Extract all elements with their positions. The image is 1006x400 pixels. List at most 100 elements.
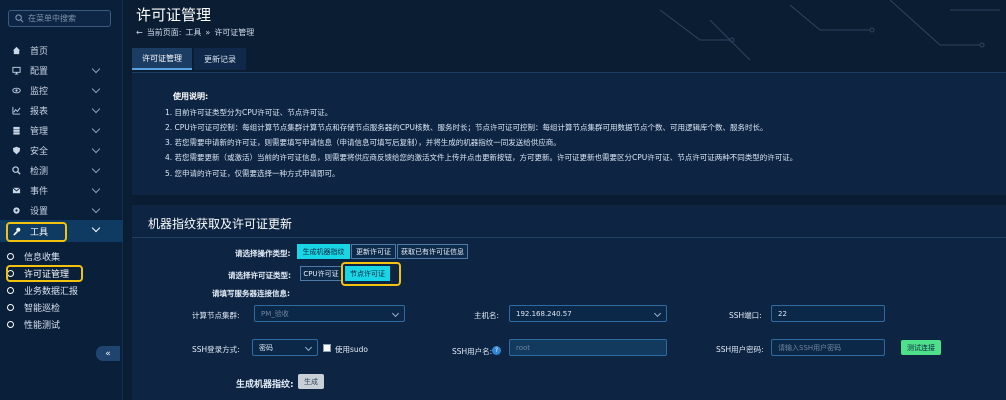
tab-license-manage[interactable]: 许可证管理	[132, 48, 192, 70]
sidebar-item-events[interactable]: 事件	[0, 180, 123, 200]
chevron-down-icon	[391, 309, 400, 318]
section-title: 机器指纹获取及许可证更新	[148, 217, 293, 231]
chevron-down-icon	[91, 104, 101, 114]
sidebar: 在菜单中搜索 首页 配置 监控 报表 管理 安全 检测 事件 设置 工具 信息收…	[0, 0, 123, 400]
breadcrumb-separator: »	[205, 28, 211, 37]
host-label: 主机名:	[474, 311, 500, 320]
chevron-down-icon	[91, 144, 101, 154]
submenu-item-business-report[interactable]: 业务数据汇报	[0, 282, 123, 299]
chevron-down-icon	[91, 124, 101, 134]
chevron-down-icon	[91, 184, 101, 194]
chevron-down-icon	[91, 64, 101, 74]
host-select[interactable]: 192.168.240.57	[509, 305, 667, 322]
instruction-line: 4. 若您需要更新（或激活）当前的许可证信息，则需要将供应商反馈给您的激活文件上…	[165, 153, 798, 162]
submenu-item-inspection[interactable]: 智能巡检	[0, 299, 123, 316]
shield-icon	[12, 146, 21, 154]
search-icon	[12, 165, 21, 175]
sidebar-item-detect[interactable]: 检测	[0, 160, 123, 180]
node-license-highlight-frame	[341, 262, 401, 286]
ssh-login-label: SSH登录方式:	[192, 345, 240, 354]
ssh-password-label: SSH用户密码:	[716, 345, 764, 354]
license-highlight-frame	[6, 265, 83, 282]
ssh-login-select[interactable]: 密码	[252, 339, 318, 356]
menu-search-placeholder: 在菜单中搜索	[28, 14, 76, 23]
breadcrumb: ← 当前页面: 工具 » 许可证管理	[136, 27, 254, 38]
chevron-down-icon	[91, 164, 101, 174]
instruction-line: 1. 目前许可证类型分为CPU许可证、节点许可证。	[165, 108, 333, 117]
sudo-checkbox[interactable]	[323, 344, 331, 352]
sidebar-item-security[interactable]: 安全	[0, 140, 123, 160]
sidebar-item-manage[interactable]: 管理	[0, 120, 123, 140]
get-license-info-button[interactable]: 获取已有许可证信息	[397, 244, 468, 259]
sidebar-item-label: 事件	[30, 186, 49, 197]
tab-update-records[interactable]: 更新记录	[194, 48, 246, 70]
operation-type-label: 请选择操作类型:	[235, 249, 291, 258]
fingerprint-license-section	[132, 205, 1006, 400]
back-arrow-icon[interactable]: ←	[136, 28, 143, 37]
section-divider	[132, 237, 1006, 238]
cpu-license-button[interactable]: CPU许可证	[300, 266, 342, 281]
sidebar-item-settings[interactable]: 设置	[0, 200, 123, 220]
chevron-down-icon	[91, 223, 101, 233]
host-select-value: 192.168.240.57	[516, 309, 572, 318]
breadcrumb-prefix: 当前页面:	[146, 28, 182, 37]
sidebar-nav: 首页 配置 监控 报表 管理 安全 检测 事件 设置 工具	[0, 40, 123, 242]
ssh-port-input[interactable]: 22	[771, 305, 885, 322]
search-icon	[15, 14, 24, 23]
tools-submenu: 信息收集 许可证管理 业务数据汇报 智能巡检 性能测试	[0, 248, 123, 333]
submenu-item-info-collect[interactable]: 信息收集	[0, 248, 123, 265]
cluster-select[interactable]: PM_验收	[254, 305, 405, 322]
tools-highlight-frame	[6, 222, 67, 242]
breadcrumb-current: 许可证管理	[214, 28, 255, 37]
generate-fingerprint-label: 生成机器指纹:	[236, 380, 294, 390]
monitor-icon	[12, 66, 21, 75]
sidebar-item-label: 配置	[30, 66, 49, 77]
breadcrumb-parent[interactable]: 工具	[185, 27, 201, 38]
generate-fingerprint-button[interactable]: 生成机器指纹	[297, 244, 350, 259]
cluster-select-value: PM_验收	[261, 309, 289, 318]
instruction-line: 3. 若您需要申请新的许可证，则需要填写申请信息（申请信息可填写后复制），并将生…	[165, 138, 561, 147]
ssh-port-label: SSH端口:	[729, 311, 762, 320]
cluster-label: 计算节点集群:	[192, 311, 240, 320]
database-icon	[13, 126, 20, 135]
sidebar-item-label: 管理	[30, 126, 49, 137]
chevron-down-icon	[91, 84, 101, 94]
chevron-down-icon	[653, 309, 662, 318]
gear-icon	[13, 206, 20, 214]
update-license-button[interactable]: 更新许可证	[351, 244, 396, 259]
instruction-line: 2. CPU许可证可控制：每组计算节点集群计算节点和存储节点服务器的CPU核数、…	[165, 123, 768, 132]
sudo-label: 使用sudo	[335, 345, 369, 354]
sidebar-item-label: 监控	[30, 86, 49, 97]
tab-bar: 许可证管理 更新记录	[132, 48, 248, 70]
sidebar-item-label: 首页	[30, 46, 49, 57]
ssh-password-input[interactable]: 请输入SSH用户密码	[771, 339, 885, 356]
test-connection-button[interactable]: 测试连接	[901, 340, 941, 355]
help-icon[interactable]: ?	[492, 346, 501, 355]
chart-icon	[12, 106, 21, 115]
sidebar-item-config[interactable]: 配置	[0, 60, 123, 80]
sidebar-item-label: 设置	[30, 206, 49, 217]
chevron-down-icon	[91, 204, 101, 214]
instruction-line: 5. 您申请的许可证，仅需要选择一种方式申请即可。	[165, 169, 340, 178]
connection-info-label: 请填写服务器连接信息:	[212, 289, 290, 298]
generate-button[interactable]: 生成	[298, 374, 324, 389]
page-title: 许可证管理	[136, 6, 212, 24]
ssh-user-input[interactable]: root	[509, 339, 667, 356]
home-icon	[12, 46, 21, 54]
eye-icon	[12, 87, 21, 93]
collapse-sidebar-button[interactable]: «	[96, 346, 120, 361]
chevron-down-icon	[304, 343, 313, 352]
ssh-login-value: 密码	[259, 343, 273, 352]
submenu-item-perf-test[interactable]: 性能测试	[0, 316, 123, 333]
sidebar-item-label: 报表	[30, 106, 49, 117]
menu-search-input[interactable]: 在菜单中搜索	[8, 10, 111, 27]
license-type-label: 请选择许可证类型:	[228, 271, 291, 280]
sidebar-item-label: 安全	[30, 146, 49, 157]
mail-icon	[12, 186, 21, 193]
sidebar-item-reports[interactable]: 报表	[0, 100, 123, 120]
ssh-user-label: SSH用户名:	[452, 347, 493, 356]
sidebar-item-label: 检测	[30, 166, 49, 177]
sidebar-item-home[interactable]: 首页	[0, 40, 123, 60]
instructions-title: 使用说明:	[173, 92, 209, 101]
sidebar-item-monitor[interactable]: 监控	[0, 80, 123, 100]
